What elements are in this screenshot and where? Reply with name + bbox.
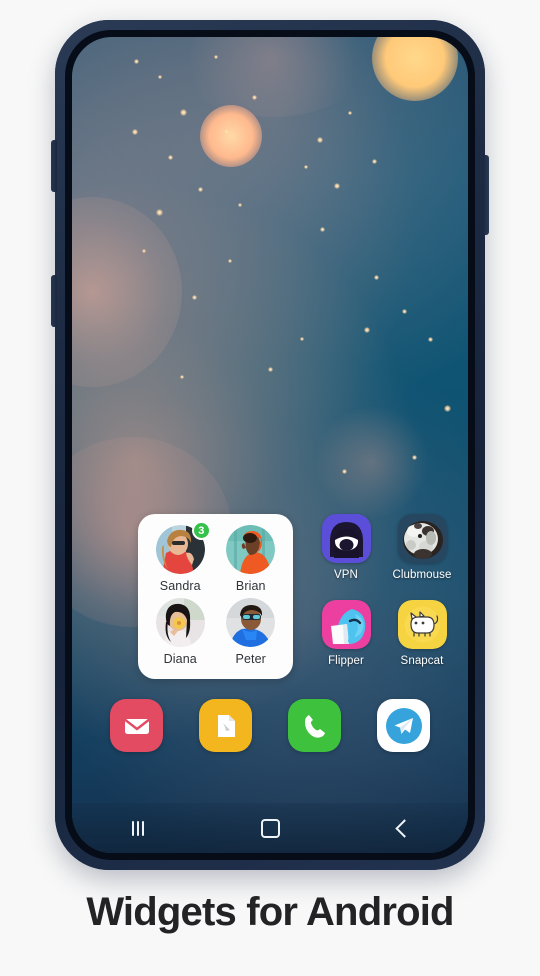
phone-mockup: 3 Sandra Brian Diana Peter VPN Clubmouse… [51, 20, 489, 870]
contact-item-sandra[interactable]: 3 Sandra [145, 521, 216, 598]
contacts-widget[interactable]: 3 Sandra Brian Diana Peter [138, 514, 293, 679]
contact-item-brian[interactable]: Brian [216, 525, 287, 598]
power-button[interactable] [483, 155, 489, 235]
contact-avatar-brian [226, 525, 276, 574]
contact-badge-sandra: 3 [191, 521, 211, 540]
app-label: Clubmouse [392, 569, 452, 581]
app-label: Flipper [328, 655, 364, 667]
dock-item-files[interactable] [199, 699, 252, 752]
phone-body: 3 Sandra Brian Diana Peter VPN Clubmouse… [51, 20, 489, 870]
contact-avatar-diana [155, 597, 205, 647]
contact-photo-wrap: 3 [155, 521, 211, 574]
app-label: VPN [334, 569, 358, 581]
contact-name-label: Brian [235, 579, 266, 593]
contact-avatar-peter [226, 597, 276, 647]
page-title: Widgets for Android [86, 890, 454, 934]
contact-photo-wrap [226, 597, 276, 647]
contact-photo-wrap [155, 597, 205, 647]
app-item-vpn[interactable]: VPN [308, 514, 384, 581]
dock-item-mail[interactable] [110, 699, 163, 752]
navigation-bar [72, 803, 468, 853]
volume-up-button[interactable] [51, 140, 57, 192]
contact-item-peter[interactable]: Peter [216, 597, 287, 671]
home-square-icon[interactable] [240, 808, 300, 848]
contact-name-label: Sandra [159, 579, 201, 593]
flipper-dolphin-icon [321, 600, 371, 649]
contact-name-label: Diana [163, 651, 197, 666]
clubmouse-photo-icon [397, 514, 447, 563]
dock-item-phone[interactable] [288, 699, 341, 752]
app-grid: VPN Clubmouse Flipper Snapcat [308, 514, 460, 667]
app-item-flipper[interactable]: Flipper [308, 600, 384, 667]
recents-bars-icon[interactable] [108, 808, 168, 848]
back-chevron-icon[interactable] [372, 808, 432, 848]
app-label: Snapcat [400, 655, 444, 667]
contacts-grid: 3 Sandra Brian Diana Peter [138, 514, 293, 679]
contact-name-label: Peter [235, 651, 266, 666]
contact-item-diana[interactable]: Diana [145, 597, 216, 671]
home-screen: 3 Sandra Brian Diana Peter VPN Clubmouse… [72, 37, 468, 853]
snapcat-cat-icon [397, 600, 447, 649]
vpn-mask-icon [321, 514, 371, 563]
volume-down-button[interactable] [51, 275, 57, 327]
app-item-clubmouse[interactable]: Clubmouse [384, 514, 460, 581]
contact-photo-wrap [226, 525, 276, 574]
phone-screen: 3 Sandra Brian Diana Peter VPN Clubmouse… [72, 37, 468, 853]
dock [72, 699, 468, 752]
dock-item-telegram[interactable] [377, 699, 430, 752]
app-item-snapcat[interactable]: Snapcat [384, 600, 460, 667]
